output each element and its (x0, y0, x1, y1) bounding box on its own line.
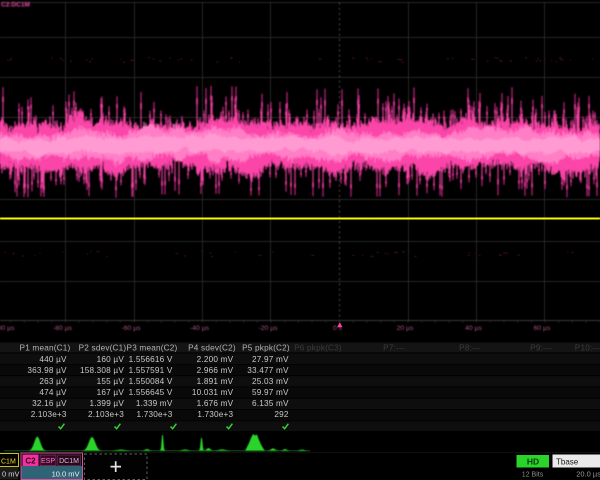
svg-text:DC1M: DC1M (59, 458, 79, 465)
svg-text:33.477 mV: 33.477 mV (247, 366, 289, 375)
svg-text:P5 pkpk(C2): P5 pkpk(C2) (242, 344, 290, 353)
svg-text:1.676 mV: 1.676 mV (197, 399, 234, 408)
svg-text:25.03 mV: 25.03 mV (252, 377, 289, 386)
svg-text:363.98 µV: 363.98 µV (27, 366, 67, 375)
svg-text:160 µV: 160 µV (97, 355, 125, 364)
svg-text:167 µV: 167 µV (97, 388, 125, 397)
svg-text:155 µV: 155 µV (97, 377, 125, 386)
svg-text:P8:---: P8:--- (459, 344, 481, 353)
svg-text:1.339 mV: 1.339 mV (136, 399, 173, 408)
svg-text:C2: C2 (25, 457, 36, 466)
svg-text:40 µs: 40 µs (465, 325, 482, 332)
svg-text:1.399 µV: 1.399 µV (89, 399, 124, 408)
svg-text:10.031 mV: 10.031 mV (192, 388, 234, 397)
svg-text:ESP: ESP (41, 458, 55, 465)
svg-text:1.891 mV: 1.891 mV (197, 377, 234, 386)
svg-text:P9:---: P9:--- (530, 344, 552, 353)
svg-text:158.308 µV: 158.308 µV (80, 366, 124, 375)
svg-text:1.557591 V: 1.557591 V (129, 366, 173, 375)
svg-text:27.97 mV: 27.97 mV (252, 355, 289, 364)
svg-text:C1M: C1M (1, 459, 16, 466)
svg-text:440 µV: 440 µV (39, 355, 67, 364)
svg-text:-100 µs: -100 µs (0, 325, 15, 332)
svg-text:-80 µs: -80 µs (53, 325, 73, 332)
svg-text:59.97 mV: 59.97 mV (252, 388, 289, 397)
svg-text:60 µs: 60 µs (534, 325, 551, 332)
svg-text:-20 µs: -20 µs (258, 325, 278, 332)
svg-text:12 Bits: 12 Bits (522, 472, 544, 479)
svg-text:P1 mean(C1): P1 mean(C1) (20, 344, 71, 353)
svg-text:C2:DC1M: C2:DC1M (1, 2, 30, 9)
svg-text:P3 mean(C2): P3 mean(C2) (127, 344, 178, 353)
svg-text:1.730e+3: 1.730e+3 (197, 410, 233, 419)
svg-text:HD: HD (527, 457, 539, 467)
svg-text:1.730e+3: 1.730e+3 (137, 410, 173, 419)
svg-text:2.103e+3: 2.103e+3 (88, 410, 124, 419)
svg-text:P7:---: P7:--- (383, 344, 405, 353)
svg-text:Tbase: Tbase (556, 457, 579, 466)
svg-text:P10:---: P10:--- (575, 344, 600, 353)
svg-text:P4 sdev(C2): P4 sdev(C2) (188, 344, 236, 353)
svg-text:263 µV: 263 µV (39, 377, 67, 386)
svg-text:2.103e+3: 2.103e+3 (31, 410, 67, 419)
svg-text:10.0 mV: 10.0 mV (52, 470, 80, 479)
svg-text:32.16 µV: 32.16 µV (32, 399, 67, 408)
svg-text:P2 sdev(C1): P2 sdev(C1) (79, 344, 127, 353)
svg-text:-40 µs: -40 µs (190, 325, 210, 332)
svg-text:292: 292 (274, 410, 289, 419)
svg-text:P6 pkpk(C3): P6 pkpk(C3) (294, 344, 342, 353)
svg-text:6.135 mV: 6.135 mV (252, 399, 289, 408)
svg-text:2.200 mV: 2.200 mV (197, 355, 234, 364)
svg-text:1.556616 V: 1.556616 V (129, 355, 173, 364)
svg-text:2.966 mV: 2.966 mV (197, 366, 234, 375)
svg-text:20 µs: 20 µs (397, 325, 414, 332)
svg-text:474 µV: 474 µV (39, 388, 67, 397)
svg-text:1.556645 V: 1.556645 V (129, 388, 173, 397)
svg-text:-60 µs: -60 µs (121, 325, 141, 332)
svg-text:1.550084 V: 1.550084 V (129, 377, 173, 386)
svg-text:0 mV: 0 mV (2, 470, 20, 479)
svg-text:20.0 µs: 20.0 µs (576, 470, 600, 479)
